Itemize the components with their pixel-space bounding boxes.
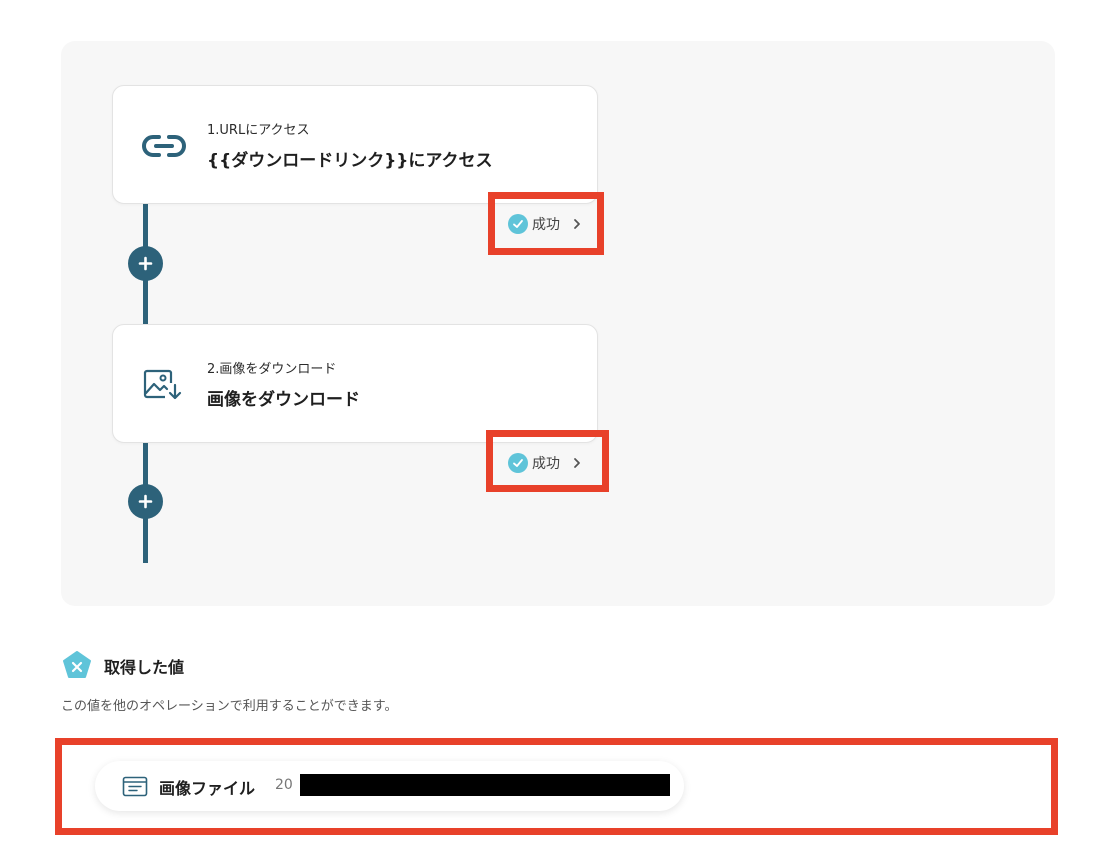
- pentagon-x-icon: [63, 651, 91, 678]
- output-section-description: この値を他のオペレーションで利用することができます。: [61, 699, 398, 714]
- operation-step-label: 1.URLにアクセス: [207, 123, 310, 138]
- operation-card-image-download[interactable]: 2.画像をダウンロード 画像をダウンロード: [112, 324, 598, 443]
- operation-title: {{ダウンロードリンク}}にアクセス: [207, 151, 493, 171]
- highlight-box-output-value: [55, 738, 1058, 835]
- add-operation-button[interactable]: [128, 246, 163, 281]
- plus-icon: [138, 494, 153, 509]
- add-operation-button[interactable]: [128, 484, 163, 519]
- highlight-box-status-2: [486, 430, 609, 492]
- operation-title: 画像をダウンロード: [207, 390, 360, 410]
- plus-icon: [138, 256, 153, 271]
- highlight-box-status-1: [488, 192, 604, 255]
- output-section-title: 取得した値: [104, 658, 185, 677]
- operation-step-label: 2.画像をダウンロード: [207, 362, 337, 377]
- operation-card-url-access[interactable]: 1.URLにアクセス {{ダウンロードリンク}}にアクセス: [112, 85, 598, 204]
- image-download-icon: [143, 369, 182, 400]
- link-icon: [142, 135, 186, 157]
